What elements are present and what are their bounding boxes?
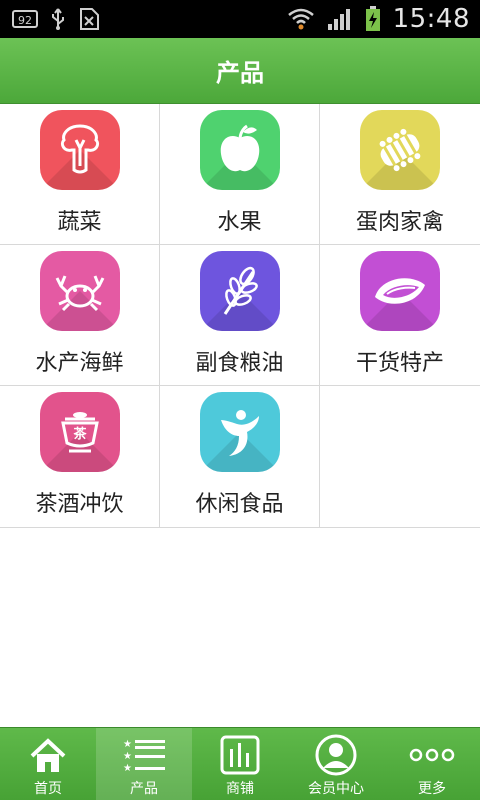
nav-more-label: 更多	[418, 781, 446, 797]
status-bar-left: 92	[12, 7, 100, 31]
category-label: 水果	[217, 210, 262, 235]
category-tile	[360, 251, 440, 331]
nav-home[interactable]: 首页	[0, 728, 96, 800]
list-icon: ★ ★ ★	[121, 734, 167, 776]
category-seafood[interactable]: 水产海鲜	[0, 245, 160, 386]
nav-home-label: 首页	[34, 781, 62, 797]
tea-icon: 茶	[60, 412, 99, 453]
nav-shops[interactable]: 商铺	[192, 728, 288, 800]
category-label: 副食粮油	[195, 351, 284, 376]
bottom-nav: 首页 ★ ★ ★ 产品 商铺 会员中心 更多	[0, 727, 480, 800]
leisure-icon	[220, 410, 259, 456]
category-tile: 茶	[39, 392, 120, 472]
svg-text:★: ★	[123, 751, 132, 762]
sim-icon	[78, 7, 100, 31]
nav-products-label: 产品	[130, 781, 158, 797]
category-label: 休闲食品	[195, 492, 284, 517]
page-title: 产品	[216, 59, 264, 87]
category-tile	[39, 110, 120, 190]
nav-shops-label: 商铺	[226, 781, 254, 797]
status-bar-right: 15:48	[287, 4, 470, 34]
wifi-icon	[287, 7, 315, 31]
svg-text:★: ★	[123, 763, 132, 774]
member-icon	[315, 734, 357, 776]
category-label: 蛋肉家禽	[355, 210, 444, 235]
svg-text:★: ★	[123, 739, 132, 750]
tea-icon-text: 茶	[73, 426, 87, 442]
category-label: 水产海鲜	[35, 351, 124, 376]
category-label: 干货特产	[355, 351, 444, 376]
category-grid: 蔬菜 水果 蛋肉家禽 水产海鲜 副食粮油 干货特产 茶 茶酒冲饮 休闲食品	[0, 104, 480, 528]
crab-icon	[55, 275, 104, 312]
status-time: 15:48	[392, 4, 470, 34]
category-snacks[interactable]: 休闲食品	[160, 386, 320, 527]
header-bar: 产品	[0, 38, 480, 104]
nav-more[interactable]: 更多	[384, 728, 480, 800]
notification-badge-icon: 92	[12, 9, 38, 29]
apple-icon	[220, 124, 259, 172]
category-tea-drinks[interactable]: 茶 茶酒冲饮	[0, 386, 160, 527]
app-screen: 92 15:48 产品 蔬菜 水果 蛋肉家禽 水产海鲜 副食粮油 干货特产 茶 …	[0, 0, 480, 800]
category-fruits[interactable]: 水果	[160, 104, 320, 245]
notification-badge-count: 92	[18, 14, 32, 27]
more-icon	[409, 734, 455, 776]
nav-products[interactable]: ★ ★ ★ 产品	[96, 728, 192, 800]
nav-member-center-label: 会员中心	[308, 781, 364, 797]
empty-grid-cell	[320, 386, 480, 527]
mushroom-icon	[60, 124, 99, 174]
shop-icon	[220, 734, 260, 776]
category-tile	[360, 110, 440, 190]
category-tile	[199, 392, 280, 472]
home-icon	[28, 734, 68, 776]
category-label: 茶酒冲饮	[35, 492, 124, 517]
usb-icon	[50, 7, 66, 31]
ribs-icon	[379, 128, 421, 172]
seed-icon	[375, 278, 425, 304]
category-tile	[199, 251, 280, 331]
category-tile	[199, 110, 280, 190]
status-bar: 92 15:48	[0, 0, 480, 38]
category-dried-specialty[interactable]: 干货特产	[320, 245, 480, 386]
category-eggs-meat-poultry[interactable]: 蛋肉家禽	[320, 104, 480, 245]
wheat-icon	[223, 266, 258, 315]
category-label: 蔬菜	[57, 210, 102, 235]
signal-icon	[327, 7, 353, 31]
category-vegetables[interactable]: 蔬菜	[0, 104, 160, 245]
category-tile	[39, 251, 120, 331]
battery-charging-icon	[365, 6, 381, 32]
nav-member-center[interactable]: 会员中心	[288, 728, 384, 800]
category-grain-oil[interactable]: 副食粮油	[160, 245, 320, 386]
